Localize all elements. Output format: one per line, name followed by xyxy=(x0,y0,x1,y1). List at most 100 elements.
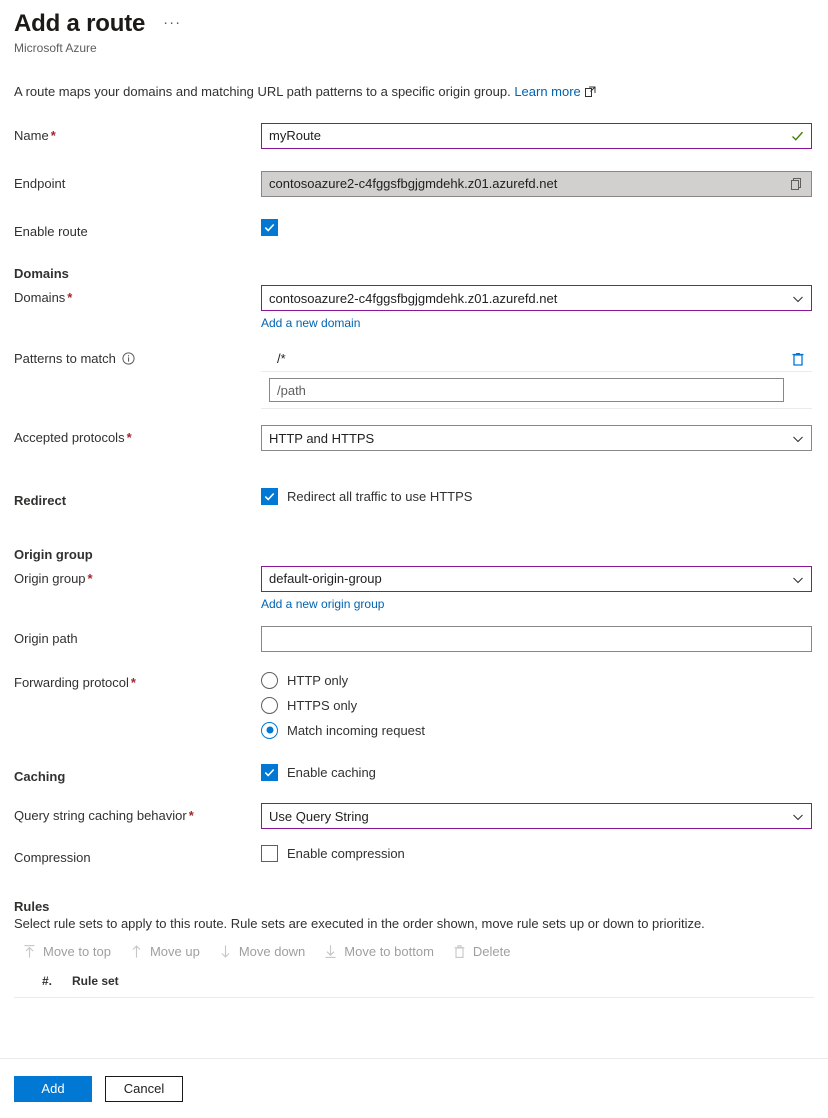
move-to-bottom-label: Move to bottom xyxy=(344,943,434,959)
domains-field-wrap xyxy=(261,285,812,312)
redirect-control: Redirect all traffic to use HTTPS xyxy=(261,488,814,506)
origin-path-input[interactable] xyxy=(261,625,812,652)
column-header-number: #. xyxy=(42,973,53,988)
delete-command[interactable]: Delete xyxy=(444,939,521,964)
accepted-protocols-label-text: Accepted protocols xyxy=(14,430,125,446)
delete-icon[interactable] xyxy=(790,351,806,367)
redirect-checkbox-label[interactable]: Redirect all traffic to use HTTPS xyxy=(287,489,472,504)
move-to-bottom-command[interactable]: Move to bottom xyxy=(315,939,444,964)
form-content: A route maps your domains and matching U… xyxy=(0,83,828,998)
query-string-label-text: Query string caching behavior xyxy=(14,808,187,824)
name-control xyxy=(261,122,814,149)
learn-more-link[interactable]: Learn more xyxy=(514,84,580,99)
cancel-button[interactable]: Cancel xyxy=(105,1075,183,1102)
enable-route-checkbox[interactable] xyxy=(261,218,278,236)
accepted-protocols-label: Accepted protocols * xyxy=(14,425,261,447)
redirect-checkbox-row[interactable]: Redirect all traffic to use HTTPS xyxy=(261,488,814,506)
enable-caching-row[interactable]: Enable caching xyxy=(261,763,814,781)
redirect-label: Redirect xyxy=(14,493,67,509)
add-new-domain-link[interactable]: Add a new domain xyxy=(261,316,360,330)
forwarding-protocol-label-text: Forwarding protocol xyxy=(14,674,129,690)
move-to-bottom-icon xyxy=(323,944,338,959)
field-row-caching: Caching Enable caching xyxy=(14,763,814,786)
field-row-domains: Domains* Add a new domain xyxy=(14,285,814,332)
enable-route-label: Enable route xyxy=(14,223,88,239)
name-field-wrap xyxy=(261,122,812,149)
name-label-text: Name xyxy=(14,127,49,143)
rules-description: Select rule sets to apply to this route.… xyxy=(14,915,705,931)
radio-http-only[interactable]: HTTP only xyxy=(261,671,814,689)
caching-control: Enable caching xyxy=(261,763,814,781)
origin-group-field-wrap xyxy=(261,565,812,592)
redirect-https-checkbox[interactable] xyxy=(261,488,278,506)
info-icon[interactable] xyxy=(122,352,135,365)
radio-match-incoming-request[interactable]: Match incoming request xyxy=(261,721,814,739)
blade-footer: Add Cancel xyxy=(0,1058,828,1118)
move-up-command[interactable]: Move up xyxy=(121,939,210,964)
radio-button[interactable] xyxy=(261,671,278,689)
intro-description: A route maps your domains and matching U… xyxy=(14,83,511,99)
pattern-input-row xyxy=(261,372,812,410)
field-row-redirect: Redirect Redirect all traffic to use HTT… xyxy=(14,488,814,510)
move-to-top-command[interactable]: Move to top xyxy=(14,939,121,964)
add-button[interactable]: Add xyxy=(14,1075,92,1102)
origin-group-required-asterisk: * xyxy=(87,570,93,586)
name-input[interactable] xyxy=(261,122,812,149)
query-string-control xyxy=(261,803,814,830)
radio-button[interactable] xyxy=(261,696,278,714)
query-string-select[interactable] xyxy=(261,803,812,830)
query-string-field-wrap xyxy=(261,803,812,830)
page-title: Add a route xyxy=(14,10,146,37)
field-row-forwarding-protocol: Forwarding protocol * HTTP only HTTPS onl… xyxy=(14,670,814,739)
origin-group-select[interactable] xyxy=(261,565,812,592)
column-header-rule-set: Rule set xyxy=(72,973,119,988)
radio-label[interactable]: HTTPS only xyxy=(287,698,357,713)
radio-label[interactable]: HTTP only xyxy=(287,673,348,688)
forwarding-protocol-radio-group: HTTP only HTTPS only Match incoming requ… xyxy=(261,670,814,739)
add-new-origin-group-link[interactable]: Add a new origin group xyxy=(261,597,384,611)
forwarding-protocol-control: HTTP only HTTPS only Match incoming requ… xyxy=(261,670,814,739)
patterns-label: Patterns to match xyxy=(14,346,261,368)
move-down-command[interactable]: Move down xyxy=(210,939,315,964)
move-to-top-icon xyxy=(22,944,37,959)
radio-label[interactable]: Match incoming request xyxy=(287,723,425,738)
forwarding-protocol-label: Forwarding protocol * xyxy=(14,670,261,692)
patterns-list: /* xyxy=(261,346,812,410)
domains-control: Add a new domain xyxy=(261,285,814,332)
name-label: Name * xyxy=(14,123,261,145)
rules-section-heading: Rules xyxy=(14,898,50,914)
domains-label: Domains * xyxy=(14,285,261,307)
accepted-protocols-select[interactable] xyxy=(261,425,812,452)
enable-compression-row[interactable]: Enable compression xyxy=(261,845,814,863)
name-required-asterisk: * xyxy=(50,127,56,143)
enable-caching-label[interactable]: Enable caching xyxy=(287,765,376,780)
enable-compression-checkbox[interactable] xyxy=(261,845,278,863)
title-row: Add a route ··· xyxy=(14,10,814,38)
field-row-accepted-protocols: Accepted protocols * xyxy=(14,425,814,452)
patterns-label-text: Patterns to match xyxy=(14,351,116,367)
rules-table: #. Rule set xyxy=(14,974,814,998)
field-row-enable-route: Enable route xyxy=(14,218,814,241)
more-options-button[interactable]: ··· xyxy=(159,13,185,32)
enable-route-control xyxy=(261,218,814,238)
delete-label: Delete xyxy=(472,943,511,959)
enable-compression-label[interactable]: Enable compression xyxy=(287,846,405,861)
copy-icon[interactable] xyxy=(790,177,804,191)
enable-caching-checkbox[interactable] xyxy=(261,763,278,781)
pattern-value: /* xyxy=(277,351,286,367)
learn-more-label: Learn more xyxy=(514,83,581,99)
field-row-compression: Compression Enable compression xyxy=(14,845,814,867)
radio-https-only[interactable]: HTTPS only xyxy=(261,696,814,714)
radio-button-selected[interactable] xyxy=(261,721,278,739)
move-up-icon xyxy=(129,944,144,959)
domains-select[interactable] xyxy=(261,285,812,312)
field-row-origin-path: Origin path xyxy=(14,625,814,652)
query-string-label: Query string caching behavior * xyxy=(14,803,261,825)
endpoint-control xyxy=(261,170,814,197)
blade-header: Add a route ··· Microsoft Azure xyxy=(0,0,828,55)
domains-required-asterisk: * xyxy=(67,290,73,306)
accepted-protocols-field-wrap xyxy=(261,425,812,452)
rules-command-bar: Move to top Move up Move down Move to bo… xyxy=(14,939,814,964)
origin-path-control xyxy=(261,625,814,652)
pattern-input[interactable] xyxy=(269,378,784,403)
